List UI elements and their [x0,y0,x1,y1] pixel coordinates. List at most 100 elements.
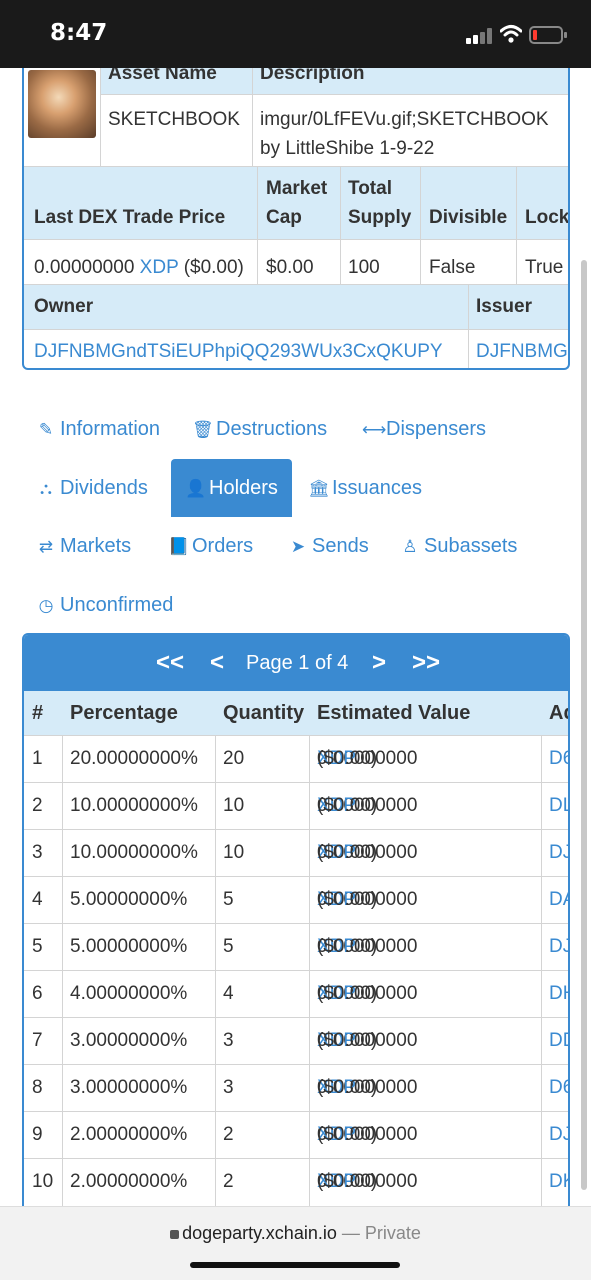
arrows-horizontal-icon: ⟷ [362,420,387,439]
table-row: 5 5.00000000% 5 0.00000000 XDP ($0.00) DJ [24,923,568,971]
url-domain: dogeparty.xchain.io [182,1223,337,1243]
row-rank: 2 [32,795,43,816]
header-total-supply-2: Supply [348,207,412,228]
tab-sends[interactable]: ➤ Sends [288,517,369,575]
row-quantity: 3 [223,1077,234,1098]
child-icon: ♙ [402,537,418,556]
row-address-link[interactable]: D6 [549,736,568,782]
last-price: 0.00000000 XDP ($0.00) [34,257,244,278]
page-content: Asset Name Description SKETCHBOOK imgur/… [0,68,591,1206]
row-rank: 7 [32,1030,43,1051]
row-quantity: 5 [223,936,234,957]
col-header-quantity: Quantity [223,702,305,724]
table-row: 64.00000000%40.00000000 XDP ($0.00)DH [24,970,568,1018]
pagination-bar: << < Page 1 of 4 > >> [24,635,568,691]
row-percentage: 10.00000000% [70,842,198,863]
row-rank: 1 [32,748,43,769]
tab-subassets[interactable]: ♙ Subassets [400,517,517,575]
header-description: Description [260,68,365,84]
row-percentage: 2.00000000% [70,1171,188,1192]
sitemap-icon: ⛬ [40,479,52,498]
header-last-price: Last DEX Trade Price [34,207,226,228]
row-address-link[interactable]: D6 [549,1065,568,1111]
tab-orders[interactable]: 📘 Orders [168,517,253,575]
first-page-button[interactable]: << [156,635,184,691]
row-address-link[interactable]: DD [549,1018,568,1064]
header-total-supply-1: Total [348,178,392,199]
row-percentage: 4.00000000% [70,983,188,1004]
locked-value: True [525,257,564,278]
bank-icon: 🏛 [308,479,330,498]
row-quantity: 5 [223,889,234,910]
header-locked: Lock [525,207,570,228]
row-address-link[interactable]: DJ [549,830,568,876]
prev-page-button[interactable]: < [210,635,224,691]
tab-dividends[interactable]: ⛬ Dividends [36,459,148,517]
row-address-link[interactable]: DJ [549,1112,568,1158]
row-percentage: 3.00000000% [70,1030,188,1051]
row-rank: 5 [32,936,43,957]
col-header-percentage: Percentage [70,702,178,724]
home-indicator [190,1262,400,1268]
lock-icon [170,1230,180,1239]
table-row: 73.00000000%30.00000000 XDP ($0.00)DD [24,1017,568,1065]
tab-holders[interactable]: 👤 Holders [171,459,292,517]
clock-icon: ◷ [38,596,54,615]
header-divisible: Divisible [429,207,508,228]
row-quantity: 4 [223,983,234,1004]
row-address-link[interactable]: DK [549,1159,568,1205]
row-address-link[interactable]: DA [549,877,568,923]
row-rank: 3 [32,842,43,863]
status-bar: 8:47 [0,0,591,68]
scrollbar[interactable] [581,260,587,1190]
row-percentage: 5.00000000% [70,936,188,957]
status-time: 8:47 [50,20,108,46]
tab-unconfirmed[interactable]: ◷ Unconfirmed [36,576,174,634]
tab-information[interactable]: ✎ Information [36,400,160,458]
issuer-address-link[interactable]: DJFNBMG [476,338,568,366]
row-quantity: 10 [223,795,245,816]
header-asset-name: Asset Name [108,68,217,84]
asset-description-line1: imgur/0LfFEVu.gif;SKETCHBOOK [260,109,549,130]
asset-name: SKETCHBOOK [108,109,240,130]
row-rank: 4 [32,889,43,910]
asset-image [28,70,96,138]
private-mode-label: Private [364,1223,421,1243]
paper-plane-icon: ➤ [290,537,306,556]
table-row: 45.00000000%50.00000000 XDP ($0.00)DA [24,876,568,924]
tab-dispensers[interactable]: ⟷Dispensers [362,400,486,458]
row-rank: 9 [32,1124,43,1145]
row-percentage: 5.00000000% [70,889,188,910]
table-row: 3 10.00000000% 10 0.00000000 XDP ($0.00) DJ [24,829,568,877]
market-cap-value: $0.00 [266,257,314,278]
table-row: 210.00000000%100.00000000 XDP ($0.00)DL [24,782,568,830]
table-header: # Percentage Quantity Estimated Value Ad [24,691,568,735]
col-header-address: Ad [549,702,568,724]
row-rank: 6 [32,983,43,1004]
tab-destructions[interactable]: 🗑 Destructions [192,400,327,458]
table-row: 120.00000000%200.00000000 XDP ($0.00)D6 [24,735,568,783]
url-separator: — [341,1223,360,1243]
col-header-estimated-value: Estimated Value [317,702,471,724]
last-page-button[interactable]: >> [412,635,440,691]
book-icon: 📘 [168,537,190,556]
tab-markets[interactable]: ⇄ Markets [36,517,131,575]
row-percentage: 20.00000000% [70,748,198,769]
row-percentage: 2.00000000% [70,1124,188,1145]
cellular-signal-icon [466,28,494,44]
row-address-link[interactable]: DH [549,971,568,1017]
next-page-button[interactable]: > [372,635,386,691]
owner-address-link[interactable]: DJFNBMGndTSiEUPhpiQQ293WUx3CxQKUPY [34,338,443,366]
browser-url-bar[interactable]: dogeparty.xchain.io — Private [0,1206,591,1280]
wifi-icon [500,25,522,43]
header-market-cap-2: Cap [266,207,302,228]
row-percentage: 10.00000000% [70,795,198,816]
row-address-link[interactable]: DJ [549,924,568,970]
paperclip-icon: ✎ [38,420,54,439]
asset-info-table: Asset Name Description SKETCHBOOK imgur/… [22,68,570,370]
row-address-link[interactable]: DL [549,783,568,829]
user-icon: 👤 [185,479,207,498]
tab-issuances[interactable]: 🏛 Issuances [308,459,422,517]
xdp-link[interactable]: XDP [140,257,179,278]
exchange-icon: ⇄ [38,537,54,556]
